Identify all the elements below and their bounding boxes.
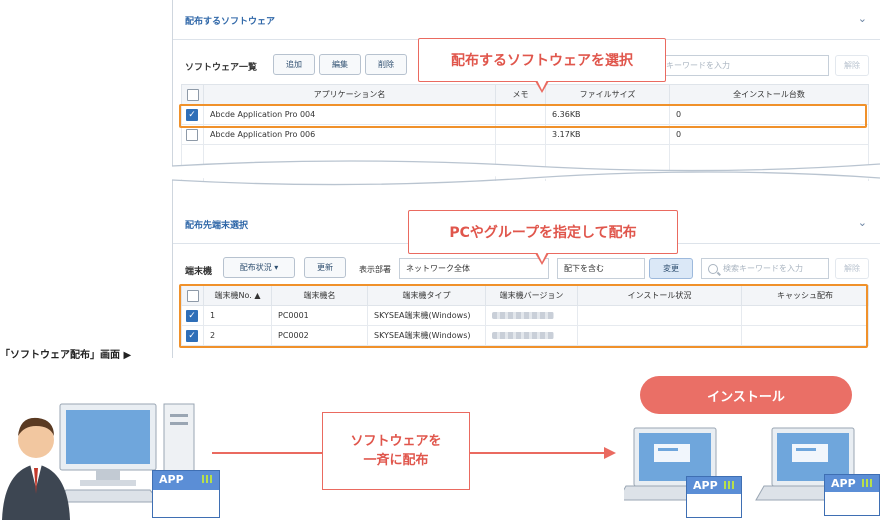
distribution-status-dropdown[interactable]: 配布状況 ▾ <box>223 257 295 278</box>
column-header[interactable]: 全インストール台数 <box>669 84 869 105</box>
software-clear-button[interactable]: 解除 <box>835 55 869 76</box>
chevron-down-icon[interactable]: ⌄ <box>858 216 867 229</box>
section-break-wave <box>171 160 880 186</box>
flow-line-right <box>470 452 606 454</box>
app-label: APP <box>831 477 856 490</box>
software-search-input[interactable]: キーワードを入力 <box>659 55 829 76</box>
target-section-title: 配布先端末選択 <box>185 221 249 231</box>
arrow-right-icon <box>604 447 616 459</box>
software-list-label: ソフトウェア一覧 <box>185 63 258 73</box>
app-package-icon: APP <box>152 470 220 518</box>
selected-terminals-highlight <box>179 284 868 348</box>
software-section-title: 配布するソフトウェア <box>185 17 276 27</box>
include-sub-select[interactable]: 配下を含む <box>557 258 645 279</box>
flow-message-box: ソフトウェアを 一斉に配布 <box>322 412 470 490</box>
change-button[interactable]: 変更 <box>649 258 693 279</box>
app-package-icon: APP <box>686 476 742 518</box>
terminal-list-label: 端末機 <box>185 267 213 277</box>
software-table-header: アプリケーション名 メモ ファイルサイズ 全インストール台数 <box>181 84 869 105</box>
dept-label: 表示部署 <box>359 265 391 274</box>
callout-pointer <box>535 251 549 265</box>
selected-software-highlight <box>179 104 867 128</box>
add-button[interactable]: 追加 <box>273 54 315 75</box>
install-pill: インストール <box>640 376 852 414</box>
column-header[interactable]: ファイルサイズ <box>545 84 670 105</box>
dept-select[interactable]: ネットワーク全体 <box>399 258 549 279</box>
terminal-search-input[interactable]: 検索キーワードを入力 <box>701 258 829 279</box>
select-all-checkbox[interactable] <box>181 84 204 105</box>
app-label: APP <box>693 479 718 492</box>
flow-message-line2: 一斉に配布 <box>363 453 429 468</box>
screen-caption: 「ソフトウェア配布」画面 ▶ <box>0 350 132 361</box>
search-icon <box>708 263 718 274</box>
callout-text: 配布するソフトウェアを選択 <box>451 53 633 69</box>
callout-select-software: 配布するソフトウェアを選択 <box>418 38 666 93</box>
callout-text: PCやグループを指定して配布 <box>449 225 637 241</box>
callout-pointer <box>535 79 549 93</box>
terminal-clear-button[interactable]: 解除 <box>835 258 869 279</box>
flow-message-line1: ソフトウェアを <box>350 434 442 449</box>
app-package-icon: APP <box>824 474 880 516</box>
column-header[interactable]: アプリケーション名 <box>203 84 496 105</box>
search-placeholder: 検索キーワードを入力 <box>723 264 803 273</box>
refresh-button[interactable]: 更新 <box>304 257 346 278</box>
delete-button[interactable]: 削除 <box>365 54 407 75</box>
software-section-header[interactable]: 配布するソフトウェア ⌄ <box>173 0 880 40</box>
callout-assign-targets: PCやグループを指定して配布 <box>408 210 678 265</box>
flow-line-left <box>212 452 322 454</box>
edit-button[interactable]: 編集 <box>319 54 361 75</box>
app-label: APP <box>159 473 184 486</box>
chevron-down-icon[interactable]: ⌄ <box>858 12 867 25</box>
